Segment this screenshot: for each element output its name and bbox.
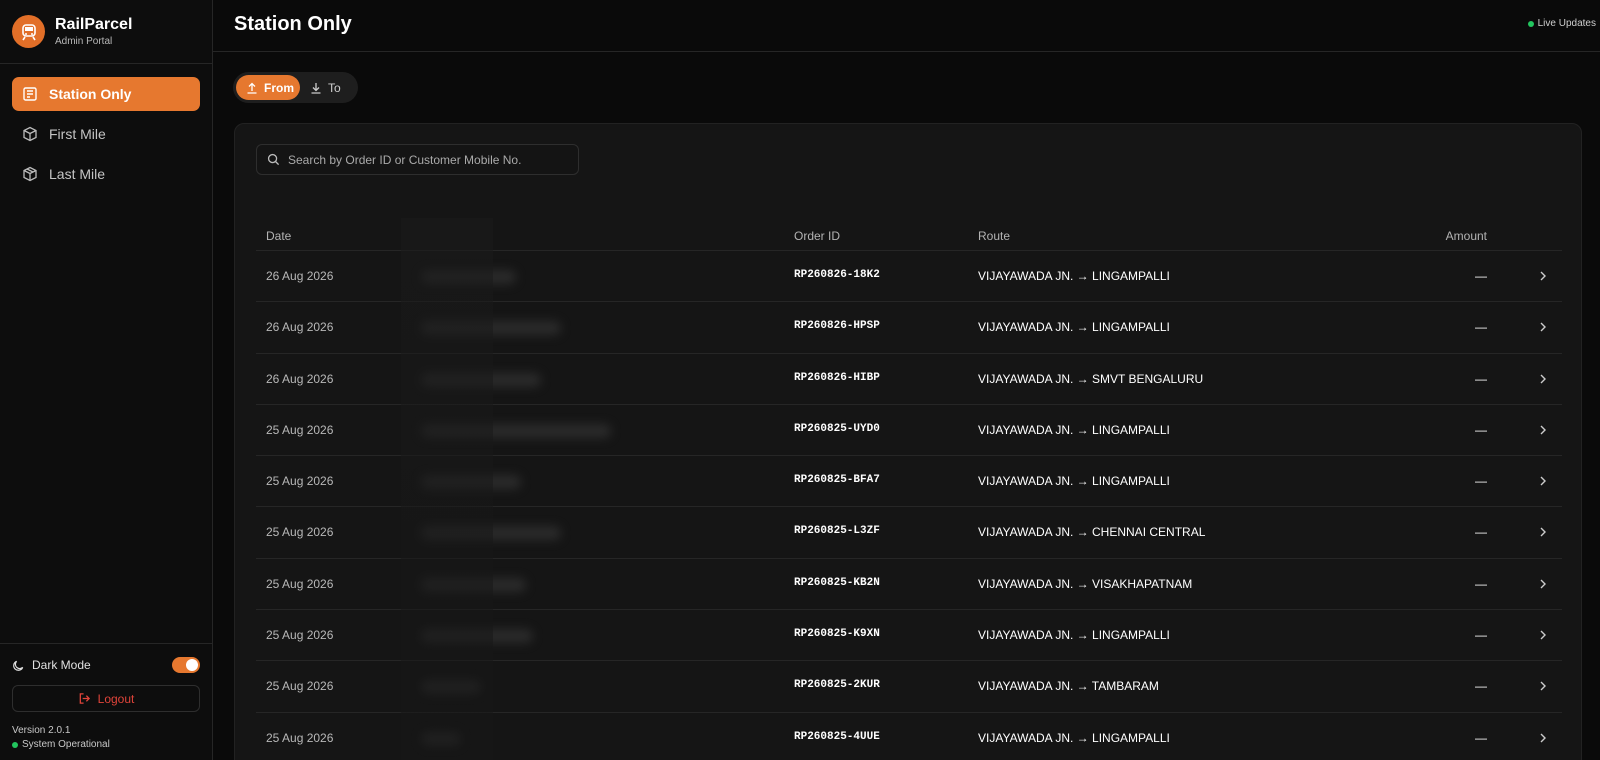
- chevron-right-icon[interactable]: [1536, 423, 1550, 437]
- row-route: VIJAYAWADA JN. → SMVT BENGALURU: [978, 371, 1204, 386]
- row-date: 25 Aug 2026: [266, 474, 334, 489]
- row-amount: —: [1475, 679, 1487, 694]
- row-route: VIJAYAWADA JN. → LINGAMPALLI: [978, 730, 1170, 745]
- logout-label: Logout: [97, 691, 135, 706]
- logout-button[interactable]: Logout: [12, 685, 200, 712]
- column-header-order-id: Order ID: [794, 229, 841, 243]
- row-date: 25 Aug 2026: [266, 525, 334, 540]
- box-icon: [21, 165, 39, 183]
- row-order-id: RP260825-K9XN: [794, 628, 880, 641]
- sidebar-item-first-mile[interactable]: First Mile: [12, 117, 200, 151]
- sidebar-item-last-mile[interactable]: Last Mile: [12, 157, 200, 191]
- row-route: VIJAYAWADA JN. → TAMBARAM: [978, 679, 1159, 694]
- package-icon: [21, 125, 39, 143]
- column-header-amount: Amount: [1445, 229, 1487, 243]
- chevron-right-icon[interactable]: [1536, 269, 1550, 283]
- row-amount: —: [1475, 474, 1487, 489]
- moon-icon: [12, 658, 26, 672]
- chevron-right-icon[interactable]: [1536, 320, 1550, 334]
- row-route: VIJAYAWADA JN. → LINGAMPALLI: [978, 269, 1170, 283]
- search-icon: [267, 153, 280, 166]
- to-button[interactable]: To: [300, 75, 351, 100]
- row-date: 26 Aug 2026: [266, 371, 334, 386]
- app-name: RailParcel: [55, 15, 133, 33]
- row-date: 25 Aug 2026: [266, 422, 334, 437]
- dark-mode-row: Dark Mode: [12, 656, 200, 674]
- row-date: 26 Aug 2026: [266, 269, 334, 283]
- version-text: Version 2.0.1: [12, 725, 71, 736]
- column-header-date: Date: [266, 229, 292, 243]
- live-updates-indicator: Live Updates: [1527, 18, 1596, 29]
- page-title: Station Only: [234, 13, 352, 35]
- row-amount: —: [1475, 422, 1487, 437]
- row-order-id: RP260825-BFA7: [794, 474, 880, 487]
- status-dot-icon: [12, 741, 18, 748]
- live-dot-icon: [1527, 20, 1534, 27]
- chevron-right-icon[interactable]: [1536, 577, 1550, 591]
- sidebar-item-station-only[interactable]: Station Only: [12, 77, 200, 111]
- sidebar-item-label: Station Only: [49, 86, 132, 102]
- chevron-right-icon[interactable]: [1536, 628, 1550, 642]
- logout-icon: [78, 692, 91, 705]
- upload-arrow-icon: [246, 82, 258, 94]
- sidebar-item-label: Last Mile: [49, 166, 106, 182]
- row-route: VIJAYAWADA JN. → LINGAMPALLI: [978, 320, 1170, 335]
- row-route: VIJAYAWADA JN. → LINGAMPALLI: [978, 474, 1170, 489]
- chevron-right-icon[interactable]: [1536, 474, 1550, 488]
- sidebar-nav: Station Only First Mile Last Mile: [0, 64, 212, 191]
- row-order-id: RP260826-HIBP: [794, 371, 880, 384]
- row-amount: —: [1475, 628, 1487, 643]
- to-label: To: [328, 80, 341, 95]
- row-date: 25 Aug 2026: [266, 576, 334, 591]
- direction-toggle: From To: [233, 72, 358, 103]
- from-button[interactable]: From: [236, 75, 300, 100]
- column-header-route: Route: [978, 229, 1011, 243]
- chevron-right-icon[interactable]: [1536, 372, 1550, 386]
- system-status: System Operational: [12, 739, 200, 750]
- row-amount: —: [1475, 269, 1487, 283]
- row-date: 25 Aug 2026: [266, 679, 334, 694]
- row-route: VIJAYAWADA JN. → LINGAMPALLI: [978, 628, 1170, 643]
- row-order-id: RP260825-UYD0: [794, 422, 880, 435]
- chevron-right-icon[interactable]: [1536, 731, 1550, 745]
- row-date: 26 Aug 2026: [266, 320, 334, 335]
- live-updates-label: Live Updates: [1537, 18, 1596, 29]
- row-amount: —: [1475, 320, 1487, 335]
- row-order-id: RP260825-4UUE: [794, 730, 880, 743]
- row-date: 25 Aug 2026: [266, 730, 334, 745]
- download-arrow-icon: [310, 82, 322, 94]
- row-order-id: RP260825-2KUR: [794, 679, 880, 692]
- system-status-label: System Operational: [22, 739, 110, 750]
- station-icon: [21, 85, 39, 103]
- chevron-right-icon[interactable]: [1536, 679, 1550, 693]
- row-amount: —: [1475, 371, 1487, 386]
- row-route: VIJAYAWADA JN. → LINGAMPALLI: [978, 422, 1170, 437]
- sidebar-item-label: First Mile: [49, 126, 106, 142]
- redaction-overlay: [401, 218, 493, 760]
- row-route: VIJAYAWADA JN. → VISAKHAPATNAM: [978, 576, 1193, 591]
- app-subtitle: Admin Portal: [55, 35, 113, 47]
- chevron-right-icon[interactable]: [1536, 525, 1550, 539]
- search-box: [256, 144, 579, 175]
- row-amount: —: [1475, 730, 1487, 745]
- row-order-id: RP260825-KB2N: [794, 576, 880, 589]
- row-amount: —: [1475, 576, 1487, 591]
- search-input[interactable]: [288, 152, 558, 167]
- dark-mode-label: Dark Mode: [32, 658, 91, 672]
- from-label: From: [264, 80, 294, 95]
- row-order-id: RP260826-18K2: [794, 269, 880, 281]
- sidebar: RailParcel Admin Portal Station Only Fir…: [0, 0, 213, 760]
- dark-mode-toggle[interactable]: [172, 657, 200, 673]
- row-amount: —: [1475, 525, 1487, 540]
- row-order-id: RP260825-L3ZF: [794, 525, 880, 538]
- brand: RailParcel Admin Portal: [0, 0, 212, 64]
- row-date: 25 Aug 2026: [266, 628, 334, 643]
- header: Station Only Live Updates: [213, 0, 1600, 52]
- sidebar-footer: Dark Mode Logout Version 2.0.1 System Op…: [0, 643, 212, 760]
- row-route: VIJAYAWADA JN. → CHENNAI CENTRAL: [978, 525, 1206, 540]
- row-order-id: RP260826-HPSP: [794, 320, 880, 333]
- train-logo-icon: [12, 15, 45, 48]
